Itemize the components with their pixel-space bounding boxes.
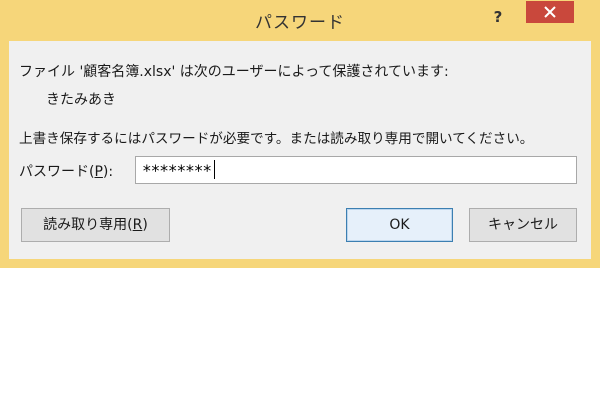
- password-dialog: パスワード ? ファイル '顧客名簿.xlsx' は次のユーザーによって保護され…: [0, 0, 600, 268]
- dialog-body: ファイル '顧客名簿.xlsx' は次のユーザーによって保護されています: きた…: [9, 41, 591, 259]
- read-only-button[interactable]: 読み取り専用(R): [21, 208, 170, 242]
- text-caret: [214, 160, 216, 179]
- help-button[interactable]: ?: [486, 5, 510, 29]
- password-value: ********: [142, 160, 216, 180]
- title-bar[interactable]: パスワード ?: [0, 0, 600, 41]
- cancel-button[interactable]: キャンセル: [469, 208, 577, 242]
- password-field[interactable]: ********: [135, 156, 577, 184]
- dialog-title: パスワード: [255, 13, 345, 33]
- protecting-user: きたみあき: [46, 92, 116, 108]
- close-button[interactable]: [526, 1, 574, 23]
- password-label: パスワード(P):: [19, 164, 114, 180]
- instruction-message: 上書き保存するにはパスワードが必要です。または読み取り専用で開いてください。: [19, 131, 534, 147]
- ok-button[interactable]: OK: [346, 208, 453, 242]
- protected-message: ファイル '顧客名簿.xlsx' は次のユーザーによって保護されています:: [19, 64, 449, 80]
- close-icon: [544, 6, 556, 18]
